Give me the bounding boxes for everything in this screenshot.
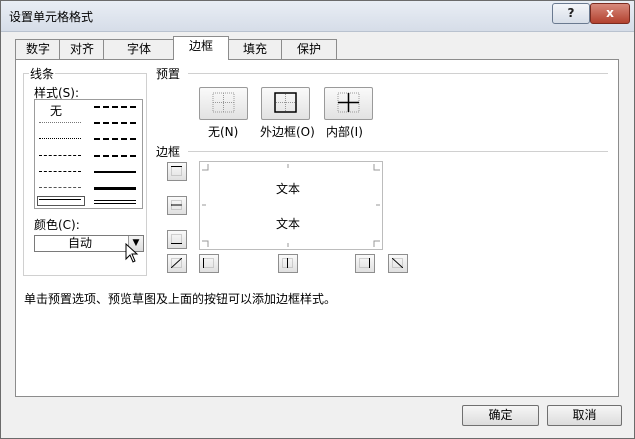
border-label: 边框 [156, 145, 181, 159]
preset-inside-label: 内部(I) [326, 125, 363, 139]
no-border-icon [212, 92, 235, 113]
line-group-label: 线条 [29, 65, 56, 82]
tab-fill[interactable]: 填充 [227, 39, 283, 59]
line-style-selected-frame [37, 196, 85, 206]
color-select-value: 自动 [67, 236, 92, 250]
line-style-dash-dot-dot[interactable] [39, 155, 81, 156]
border-top-icon [171, 166, 182, 176]
preset-none-button[interactable] [199, 87, 248, 120]
tab-protection[interactable]: 保护 [281, 39, 337, 59]
tab-number[interactable]: 数字 [15, 39, 61, 59]
preset-outline-label: 外边框(O) [260, 125, 315, 139]
presets-label: 预置 [156, 67, 181, 81]
border-diagonal-down-button[interactable] [388, 254, 408, 273]
line-style-medium[interactable] [94, 171, 136, 173]
border-bottom-button[interactable] [167, 230, 187, 249]
border-inside-horizontal-button[interactable] [167, 196, 187, 215]
line-style-thick[interactable] [94, 187, 136, 190]
line-style-double[interactable] [94, 200, 136, 204]
line-style-dotted[interactable] [39, 138, 81, 139]
line-style-dashed-thin[interactable] [39, 187, 81, 188]
border-inside-vertical-icon [282, 258, 293, 268]
line-style-list[interactable]: 无 [34, 99, 143, 209]
border-bottom-icon [171, 234, 182, 244]
border-separator [188, 151, 608, 152]
line-style-medium-dash-dot[interactable] [94, 138, 136, 140]
line-style-medium-dash-dot-dot[interactable] [94, 106, 136, 108]
border-right-icon [359, 258, 370, 268]
ok-button[interactable]: 确定 [462, 405, 539, 426]
border-left-icon [203, 258, 214, 268]
line-style-dash-dot[interactable] [39, 171, 81, 172]
title-bar[interactable]: 设置单元格格式 ? x [1, 1, 634, 32]
border-inside-vertical-button[interactable] [278, 254, 298, 273]
border-preview[interactable]: 文本 文本 [199, 161, 383, 250]
border-left-button[interactable] [199, 254, 219, 273]
close-button[interactable]: x [590, 3, 630, 24]
line-style-thin[interactable] [39, 199, 81, 200]
border-tab-panel: 线条 样式(S): 无 颜色(C): 自动 ▼ 预置 无(N) 外边框(O) 内… [15, 59, 619, 397]
color-label: 颜色(C): [34, 218, 80, 232]
dialog-title: 设置单元格格式 [9, 10, 94, 24]
border-diagonal-up-button[interactable] [167, 254, 187, 273]
preview-text-bottom: 文本 [276, 217, 301, 231]
border-inside-horizontal-icon [171, 200, 182, 210]
preset-inside-button[interactable] [324, 87, 373, 120]
preview-text-top: 文本 [276, 182, 301, 196]
cancel-button[interactable]: 取消 [547, 405, 622, 426]
diagonal-up-icon [171, 258, 182, 268]
presets-separator [188, 73, 608, 74]
inside-border-icon [337, 92, 360, 113]
line-style-none[interactable]: 无 [50, 102, 62, 119]
tab-alignment[interactable]: 对齐 [59, 39, 105, 59]
outline-border-icon [274, 92, 297, 113]
help-button[interactable]: ? [552, 3, 590, 24]
diagonal-down-icon [392, 258, 403, 268]
line-style-slanted-dash-dot[interactable] [94, 122, 136, 124]
preset-outline-button[interactable] [261, 87, 310, 120]
line-style-hair[interactable] [39, 122, 81, 123]
tab-border[interactable]: 边框 [173, 36, 229, 60]
preview-corner-marks [202, 164, 380, 247]
border-top-button[interactable] [167, 162, 187, 181]
tab-font[interactable]: 字体 [103, 39, 175, 59]
line-style-medium-dashed[interactable] [94, 155, 136, 157]
border-right-button[interactable] [355, 254, 375, 273]
preset-none-label: 无(N) [208, 125, 239, 139]
hint-text: 单击预置选项、预览草图及上面的按钮可以添加边框样式。 [24, 292, 337, 306]
mouse-cursor-icon [125, 243, 139, 263]
format-cells-dialog: 设置单元格格式 ? x 数字 对齐 字体 边框 填充 保护 线条 样式(S): … [0, 0, 635, 439]
